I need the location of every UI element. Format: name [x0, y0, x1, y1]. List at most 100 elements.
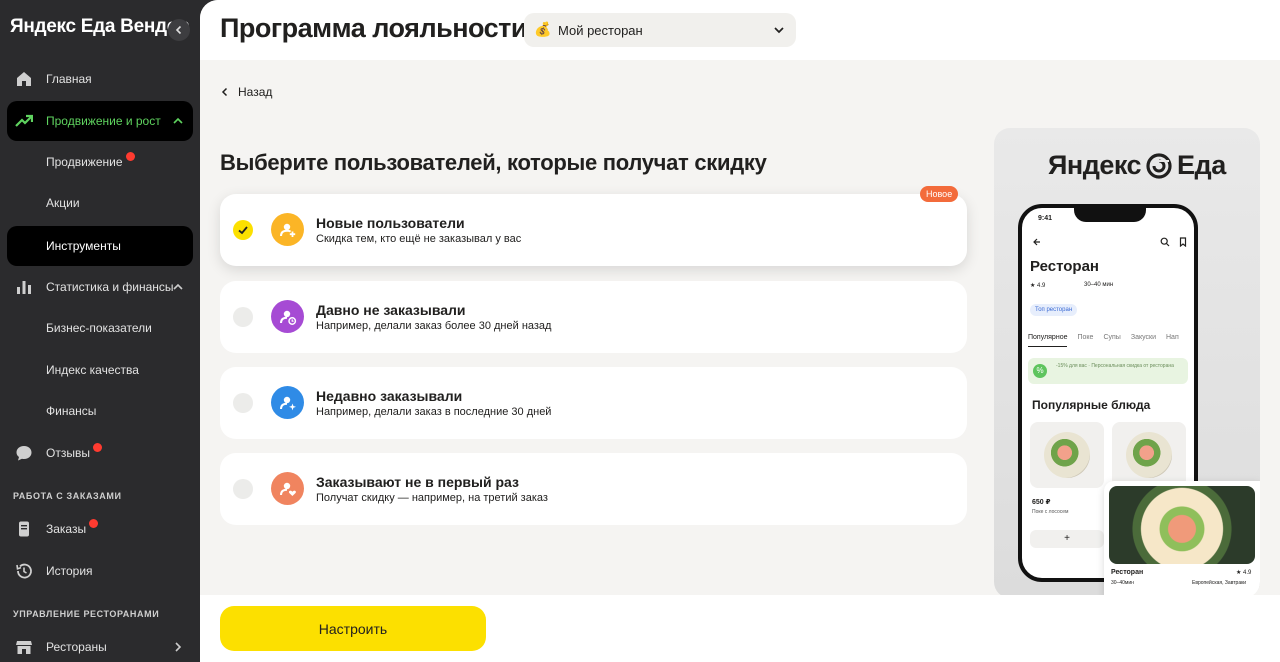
option-long-time-no-order[interactable]: Давно не заказывали Например, делали зак… — [220, 281, 967, 353]
radio-checked[interactable] — [233, 220, 253, 240]
restaurant-select-value: Мой ресторан — [558, 22, 643, 38]
store-icon — [16, 641, 32, 654]
card-category: Европейская, Завтраки — [1192, 580, 1247, 586]
footer: Настроить — [200, 595, 1280, 662]
notification-dot — [92, 443, 102, 452]
option-subtitle: Например, делали заказ в последние 30 дн… — [316, 406, 552, 418]
option-subtitle: Получат скидку — например, на третий зак… — [316, 492, 548, 504]
sidebar: Яндекс Еда Вендор Главная Продвижение и … — [0, 0, 200, 662]
sidebar-item-label: Главная — [46, 72, 92, 86]
phone-tag: Топ ресторан — [1030, 304, 1078, 316]
history-icon — [16, 563, 32, 579]
sidebar-item-label: Продвижение и рост — [46, 114, 161, 128]
sidebar-item-promotion-growth[interactable]: Продвижение и рост — [7, 101, 193, 141]
floating-restaurant-card: Ресторан ★ 4.9 30–40мин Европейская, Зав… — [1104, 481, 1260, 598]
section-title-orders: РАБОТА С ЗАКАЗАМИ — [13, 491, 122, 501]
radio-unchecked[interactable] — [233, 479, 253, 499]
back-label: Назад — [238, 85, 273, 99]
option-recently-ordered[interactable]: Недавно заказывали Например, делали зака… — [220, 367, 967, 439]
card-delivery: 30–40мин — [1111, 580, 1134, 586]
phone-dish-card — [1030, 422, 1104, 488]
sidebar-item-tools[interactable]: Инструменты — [7, 226, 193, 266]
phone-add-button: + — [1030, 530, 1104, 548]
sidebar-item-label: Отзывы — [46, 446, 90, 460]
header: Программа лояльности 💰 Мой ресторан — [200, 0, 1280, 60]
check-icon — [238, 226, 248, 235]
phone-popular-title: Популярные блюда — [1032, 398, 1151, 412]
sidebar-item-promotion[interactable]: Продвижение — [7, 142, 193, 182]
sidebar-item-orders[interactable]: Заказы — [7, 509, 193, 549]
poke-bowl-image — [1044, 432, 1090, 478]
radio-unchecked[interactable] — [233, 393, 253, 413]
collapse-sidebar-button[interactable] — [168, 19, 190, 41]
yandex-eda-logo: Яндекс Еда — [1048, 150, 1226, 180]
main-content: Программа лояльности 💰 Мой ресторан Наза… — [200, 0, 1280, 662]
sidebar-item-restaurants[interactable]: Рестораны — [7, 627, 193, 662]
option-subtitle: Например, делали заказ более 30 дней наз… — [316, 320, 552, 332]
sidebar-item-label: Продвижение — [46, 155, 123, 169]
option-subtitle: Скидка тем, кто ещё не заказывал у вас — [316, 233, 522, 245]
poke-bowl-image — [1126, 432, 1172, 478]
back-link[interactable]: Назад — [220, 85, 272, 99]
sidebar-item-stats-finance[interactable]: Статистика и финансы — [7, 267, 193, 307]
phone-dish-name: Поке с лососем — [1032, 509, 1069, 515]
card-rating: ★ 4.9 — [1236, 570, 1252, 576]
user-clock-icon — [271, 300, 304, 333]
chat-bubble-icon — [16, 446, 32, 461]
spiral-logo-icon — [1146, 152, 1172, 179]
percent-icon: % — [1033, 364, 1047, 378]
new-badge: Новое — [920, 186, 959, 202]
phone-rating: ★ 4.9 — [1030, 283, 1046, 289]
home-icon — [17, 72, 31, 86]
money-bag-icon: 💰 — [534, 21, 552, 37]
poke-bowl-image — [1109, 486, 1255, 564]
user-sparkle-icon — [271, 386, 304, 419]
bar-chart-icon — [17, 281, 31, 294]
page-title: Программа лояльности — [220, 13, 527, 43]
sidebar-item-label: Финансы — [46, 404, 97, 418]
sidebar-item-quality-index[interactable]: Индекс качества — [7, 350, 193, 390]
section-title-restaurants: УПРАВЛЕНИЕ РЕСТОРАНАМИ — [13, 609, 160, 619]
trending-up-icon — [15, 114, 33, 127]
promo-image: Яндекс Еда 9:41 Ресторан ★ 4.9 30–40 мин… — [994, 128, 1260, 598]
phone-notch — [1074, 208, 1146, 222]
phone-delivery: 30–40 мин — [1084, 282, 1114, 288]
section-heading: Выберите пользователей, которые получат … — [220, 150, 767, 175]
restaurant-select[interactable]: 💰 Мой ресторан — [524, 13, 796, 47]
sidebar-item-history[interactable]: История — [7, 551, 193, 591]
option-title: Недавно заказывали — [316, 388, 463, 404]
sidebar-item-actions[interactable]: Акции — [7, 183, 193, 223]
sidebar-item-home[interactable]: Главная — [7, 59, 193, 99]
sidebar-item-label: Статистика и финансы — [46, 280, 174, 294]
notification-dot — [125, 152, 135, 161]
sidebar-item-business-metrics[interactable]: Бизнес-показатели — [7, 308, 193, 348]
setup-button[interactable]: Настроить — [220, 606, 486, 651]
sidebar-item-label: Рестораны — [46, 640, 107, 654]
sidebar-item-reviews[interactable]: Отзывы — [7, 433, 193, 473]
arrow-left-icon — [1033, 238, 1040, 246]
sidebar-item-finance[interactable]: Финансы — [7, 391, 193, 431]
chevron-left-icon — [175, 25, 182, 35]
sidebar-item-label: Бизнес-показатели — [46, 321, 152, 335]
option-title: Давно не заказывали — [316, 302, 466, 318]
option-repeat-customers[interactable]: Заказывают не в первый раз Получат скидк… — [220, 453, 967, 525]
sidebar-item-label: Индекс качества — [46, 363, 139, 377]
notification-dot — [89, 519, 99, 528]
bookmark-icon — [1179, 237, 1187, 247]
brand-logo[interactable]: Яндекс Еда Вендор — [10, 16, 190, 38]
sidebar-item-label: История — [46, 564, 93, 578]
phone-time: 9:41 — [1038, 215, 1053, 222]
user-heart-icon — [271, 472, 304, 505]
sidebar-item-label: Заказы — [46, 522, 87, 536]
phone-dish-card — [1112, 422, 1186, 488]
option-title: Заказывают не в первый раз — [316, 474, 519, 490]
sidebar-item-label: Акции — [46, 196, 80, 210]
option-new-users[interactable]: Новые пользователи Скидка тем, кто ещё н… — [220, 194, 967, 266]
option-title: Новые пользователи — [316, 215, 465, 231]
chevron-right-icon — [175, 642, 182, 652]
chevron-up-icon — [173, 117, 183, 124]
radio-unchecked[interactable] — [233, 307, 253, 327]
phone-price: 650 ₽ — [1032, 499, 1051, 506]
user-plus-icon — [271, 213, 304, 246]
chevron-left-icon — [221, 87, 228, 97]
